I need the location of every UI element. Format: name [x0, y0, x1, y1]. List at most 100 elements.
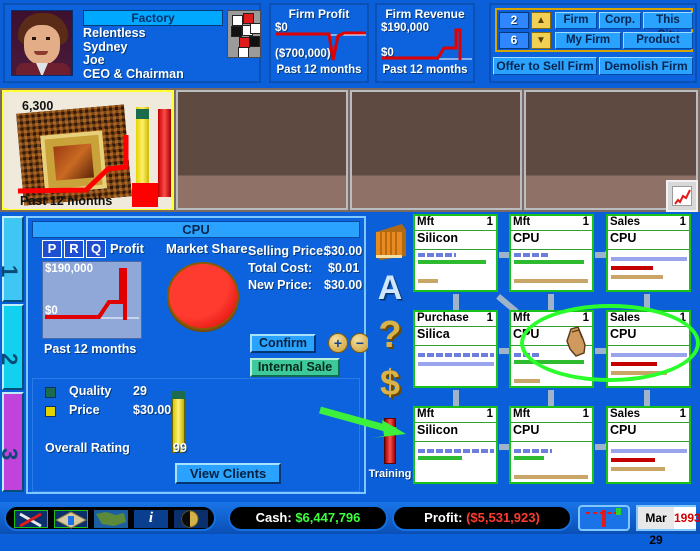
page-tab-2[interactable]: 2 — [0, 304, 24, 390]
chip-yellow-bar — [136, 107, 149, 191]
info-icon[interactable]: i — [134, 510, 168, 528]
btn-firm[interactable]: Firm — [555, 12, 597, 29]
tile-bars — [418, 349, 494, 384]
firm-revenue-graph: $190,000 $0 — [380, 22, 472, 64]
tile-header: Mft 1 — [511, 408, 592, 423]
profit-display: Profit: ($5,531,923) — [392, 505, 572, 531]
chip-red-bar — [158, 109, 171, 197]
tile-mft-silicon-2[interactable]: Mft 1 Silicon — [413, 406, 498, 484]
tab-quality-q[interactable]: Q — [86, 240, 106, 258]
help-icon[interactable]: ? — [372, 314, 408, 356]
btn-product[interactable]: Product — [623, 32, 693, 49]
association-icon[interactable]: A — [372, 268, 408, 308]
chip-product-tile: 6,300 Past 12 months — [8, 95, 172, 209]
tile-sales-cpu-2[interactable]: Sales 1 CPU — [606, 310, 691, 388]
tile-header: Sales 1 — [608, 408, 689, 423]
confirm-button[interactable]: Confirm — [250, 334, 316, 353]
page-tab-1[interactable]: 1 — [0, 216, 24, 302]
clock-icon-svg — [181, 510, 199, 528]
product-profit-graph: $190,000 $0 — [42, 261, 142, 339]
profit-sparkline — [276, 31, 366, 61]
facility-slot-empty-2[interactable] — [350, 90, 522, 210]
firm-revenue-panel[interactable]: Firm Revenue $190,000 $0 Past 12 months — [375, 3, 475, 83]
tile-mft-cpu-1[interactable]: Mft 1 CPU — [509, 214, 594, 292]
tile-type: Mft — [417, 408, 435, 420]
overall-rating-value: 99 — [173, 441, 187, 455]
ceo-line-1: Relentless — [83, 26, 146, 40]
tab-revenue-r[interactable]: R — [64, 240, 84, 258]
spin-down-button[interactable]: ▼ — [531, 32, 551, 49]
btn-my-firm[interactable]: My Firm — [555, 32, 621, 49]
btn-offer-to-sell-firm[interactable]: Offer to Sell Firm — [493, 57, 597, 75]
money-icon[interactable]: $ — [372, 362, 408, 404]
ceo-line-2: Sydney — [83, 39, 128, 54]
tools-icon[interactable] — [14, 510, 48, 528]
tab-profit-p[interactable]: P — [42, 240, 62, 258]
btn-demolish-firm[interactable]: Demolish Firm — [599, 57, 693, 75]
product-title: CPU — [32, 221, 360, 238]
layout-icon[interactable] — [54, 510, 88, 529]
tile-sales-cpu-3[interactable]: Sales 1 CPU — [606, 406, 691, 484]
map-icon[interactable] — [94, 510, 128, 528]
tile-count: 1 — [486, 216, 493, 228]
status-bar: i Cash: $6,447,796 Profit: ($5,531,923) — [0, 502, 700, 547]
chip-yellow-cap — [136, 109, 149, 119]
speed-indicator[interactable] — [578, 505, 630, 531]
ceo-portrait — [11, 10, 73, 76]
market-share-pie[interactable] — [167, 262, 239, 330]
city-number-value: 6 — [499, 32, 529, 49]
spin-up-button[interactable]: ▲ — [531, 12, 551, 29]
date-year: 1993 — [674, 507, 700, 529]
connector — [453, 294, 459, 310]
product-upper-section: P R Q Profit $190,000 $0 Past 12 months … — [32, 240, 370, 377]
facility-slot-empty-1[interactable] — [176, 90, 348, 210]
tools-icon-svg — [19, 512, 42, 528]
pointing-hand-cursor — [566, 326, 586, 357]
btn-corp[interactable]: Corp. — [599, 12, 641, 29]
company-title: Factory — [83, 10, 223, 26]
rating-bar-cap — [172, 391, 185, 399]
tile-bars — [514, 253, 589, 288]
tile-mft-silicon-1[interactable]: Mft 1 Silicon — [413, 214, 498, 292]
price-decrease-button[interactable]: − — [350, 333, 370, 353]
tile-purchase-silica-1[interactable]: Purchase 1 Silica — [413, 310, 498, 388]
ceo-details: Relentless Sydney Joe CEO & Chairman — [83, 26, 184, 81]
firm-profit-panel[interactable]: Firm Profit $0 ($700,000) Past 12 months — [269, 3, 369, 83]
btn-this-city[interactable]: This City — [643, 12, 693, 41]
chart-picture-icon[interactable] — [666, 180, 698, 212]
tile-bars — [514, 445, 589, 480]
speed-indicator-svg — [586, 508, 621, 527]
graph-footer-label: Past 12 months — [44, 342, 137, 356]
tile-sales-cpu-1[interactable]: Sales 1 CPU — [606, 214, 691, 292]
product-detail-panel: CPU P R Q Profit $190,000 $0 Past 12 mon… — [26, 216, 370, 494]
facility-view-row: 6,300 Past 12 months — [0, 88, 700, 212]
main-content-area: 1 2 3 CPU P R Q Profit $190,000 $0 Past … — [0, 212, 700, 502]
tile-header: Mft 1 — [415, 216, 496, 231]
internal-sale-button[interactable]: Internal Sale — [250, 358, 340, 377]
tool-icon-column: A ? $ Training — [368, 216, 412, 494]
tile-header: Sales 1 — [608, 312, 689, 327]
tile-type: Mft — [417, 216, 435, 228]
tile-count: 1 — [679, 216, 686, 228]
facility-slot-chip[interactable]: 6,300 Past 12 months — [2, 90, 174, 210]
tutorial-green-arrow — [319, 406, 406, 438]
books-icon-svg — [376, 224, 406, 260]
view-clients-button[interactable]: View Clients — [175, 463, 281, 484]
selling-price-label: Selling Price: — [248, 244, 328, 258]
market-share-label: Market Share — [166, 241, 248, 256]
firm-revenue-footer: Past 12 months — [382, 64, 468, 76]
ceo-line-3: Joe — [83, 53, 105, 67]
tile-mft-cpu-3[interactable]: Mft 1 CPU — [509, 406, 594, 484]
page-tab-3[interactable]: 3 — [0, 392, 24, 492]
profit-value: ($5,531,923) — [466, 510, 540, 525]
clock-icon[interactable] — [174, 510, 208, 528]
books-icon[interactable] — [372, 222, 408, 262]
tile-count: 1 — [679, 408, 686, 420]
tile-bars — [418, 253, 493, 288]
connector — [548, 294, 554, 310]
layout-icon-svg — [54, 511, 88, 529]
ceo-line-4: CEO & Chairman — [83, 66, 184, 81]
tile-header: Sales 1 — [608, 216, 689, 231]
price-increase-button[interactable]: + — [328, 333, 348, 353]
tile-count: 1 — [582, 408, 589, 420]
